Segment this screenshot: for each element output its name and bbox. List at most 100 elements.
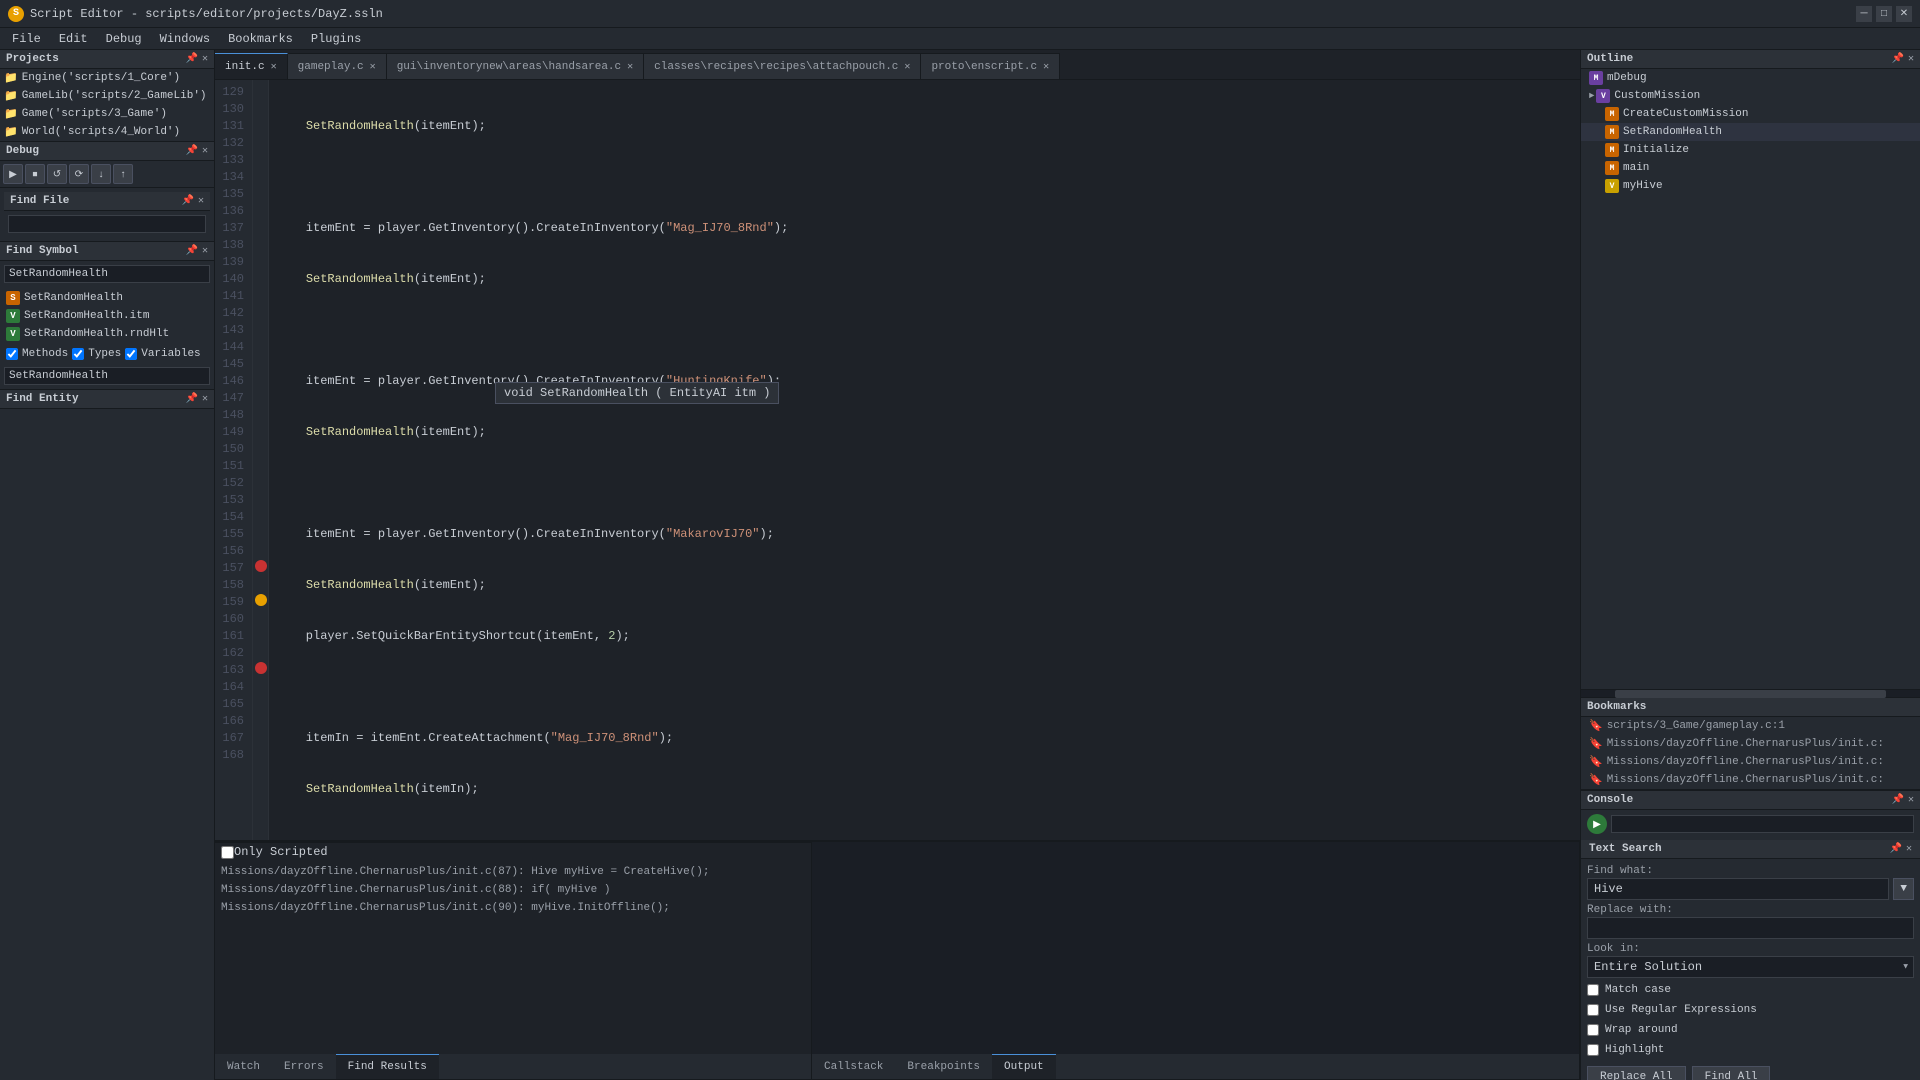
menu-plugins[interactable]: Plugins [303,30,369,48]
menu-edit[interactable]: Edit [51,30,96,48]
tab-find-results[interactable]: Find Results [336,1054,439,1079]
bookmark-init-1[interactable]: 🔖 Missions/dayzOffline.ChernarusPlus/ini… [1581,735,1920,753]
symbol-label-setrandomhealth-rndhlt: SetRandomHealth.rndHlt [24,328,169,340]
symbol-item-setrandomhealth[interactable]: S SetRandomHealth [0,289,214,307]
outline-myhive[interactable]: V myHive [1581,177,1920,195]
find-file-close-icon[interactable]: ✕ [198,195,204,207]
look-in-select[interactable]: Entire Solution Current File Current Pro… [1587,956,1914,978]
console-input[interactable] [1611,815,1914,833]
find-result-3[interactable]: Missions/dayzOffline.ChernarusPlus/init.… [219,899,807,917]
text-search-close-icon[interactable]: ✕ [1906,843,1912,855]
find-result-1[interactable]: Missions/dayzOffline.ChernarusPlus/init.… [219,863,807,881]
tab-handsarea[interactable]: gui\inventorynew\areas\handsarea.c ✕ [387,53,644,79]
projects-close-icon[interactable]: ✕ [202,53,208,65]
menu-windows[interactable]: Windows [152,30,218,48]
minimize-button[interactable]: ─ [1856,6,1872,22]
ts-button-row: Replace All Find All [1587,1066,1914,1080]
debug-close-icon[interactable]: ✕ [202,145,208,157]
debug-step-into-button[interactable]: ↓ [91,164,111,184]
bookmark-159[interactable] [255,594,267,606]
tab-errors[interactable]: Errors [272,1054,336,1079]
project-game[interactable]: 📁 Game('scripts/3_Game') [0,105,214,123]
outline-mdebug[interactable]: M mDebug [1581,69,1920,87]
outline-pin-icon[interactable]: 📌 [1892,53,1904,65]
bookmark-gameplay[interactable]: 🔖 scripts/3_Game/gameplay.c:1 [1581,717,1920,735]
tab-init-close[interactable]: ✕ [271,61,277,73]
project-world[interactable]: 📁 World('scripts/4_World') [0,123,214,141]
outline-main[interactable]: M main [1581,159,1920,177]
find-all-button[interactable]: Find All [1692,1066,1771,1080]
code-content[interactable]: SetRandomHealth(itemEnt); itemEnt = play… [269,80,1580,840]
match-case-checkbox[interactable] [1587,984,1599,996]
outline-createcustommission[interactable]: M CreateCustomMission [1581,105,1920,123]
replace-with-input[interactable] [1587,917,1914,939]
find-what-input[interactable] [1587,878,1889,900]
console-run-button[interactable]: ▶ [1587,814,1607,834]
highlight-checkbox[interactable] [1587,1044,1599,1056]
window-title: Script Editor - scripts/editor/projects/… [30,7,1856,21]
maximize-button[interactable]: □ [1876,6,1892,22]
breakpoint-157[interactable] [255,560,267,572]
find-symbol-title: Find Symbol [6,245,79,257]
find-symbol-pin-icon[interactable]: 📌 [186,245,198,257]
tab-watch[interactable]: Watch [215,1054,272,1079]
folder-icon: 📁 [4,71,18,85]
symbol-label-setrandomhealth: SetRandomHealth [24,292,123,304]
outline-initialize[interactable]: M Initialize [1581,141,1920,159]
use-regex-checkbox[interactable] [1587,1004,1599,1016]
wrap-around-checkbox[interactable] [1587,1024,1599,1036]
find-entity-search-input[interactable] [4,367,210,385]
close-button[interactable]: ✕ [1896,6,1912,22]
methods-checkbox[interactable] [6,348,18,360]
find-entity-close-icon[interactable]: ✕ [202,393,208,405]
console-title: Console [1587,794,1633,806]
tab-attachpouch[interactable]: classes\recipes\recipes\attachpouch.c ✕ [644,53,921,79]
only-scripted-checkbox[interactable] [221,846,234,859]
debug-step-over-button[interactable]: ⟳ [69,164,89,184]
debug-stop-button[interactable]: ⏹ [25,164,45,184]
code-line-131: itemEnt = player.GetInventory().CreateIn… [277,220,1572,237]
debug-play-button[interactable]: ▶ [3,164,23,184]
project-engine[interactable]: 📁 Engine('scripts/1_Core') [0,69,214,87]
tab-init[interactable]: init.c ✕ [215,53,288,79]
menu-bookmarks[interactable]: Bookmarks [220,30,301,48]
tab-gameplay[interactable]: gameplay.c ✕ [288,53,387,79]
outline-close-icon[interactable]: ✕ [1908,53,1914,65]
outline-icon-createcustommission: M [1605,107,1619,121]
find-file-pin-icon[interactable]: 📌 [182,195,194,207]
projects-pin-icon[interactable]: 📌 [186,53,198,65]
tab-breakpoints[interactable]: Breakpoints [895,1054,992,1079]
tab-callstack[interactable]: Callstack [812,1054,895,1079]
tab-attachpouch-close[interactable]: ✕ [904,61,910,73]
replace-all-button[interactable]: Replace All [1587,1066,1686,1080]
breakpoint-163[interactable] [255,662,267,674]
project-gamelib[interactable]: 📁 GameLib('scripts/2_GameLib') [0,87,214,105]
find-result-2[interactable]: Missions/dayzOffline.ChernarusPlus/init.… [219,881,807,899]
variables-checkbox[interactable] [125,348,137,360]
debug-restart-button[interactable]: ↺ [47,164,67,184]
find-symbol-close-icon[interactable]: ✕ [202,245,208,257]
debug-step-out-button[interactable]: ↑ [113,164,133,184]
symbol-item-setrandomhealth-rndhlt[interactable]: V SetRandomHealth.rndHlt [0,325,214,343]
tab-enscript[interactable]: proto\enscript.c ✕ [921,53,1060,79]
console-close-icon[interactable]: ✕ [1908,794,1914,806]
menu-file[interactable]: File [4,30,49,48]
tab-gameplay-close[interactable]: ✕ [370,61,376,73]
text-search-pin-icon[interactable]: 📌 [1890,843,1902,855]
console-pin-icon[interactable]: 📌 [1892,794,1904,806]
tab-enscript-close[interactable]: ✕ [1043,61,1049,73]
find-entity-pin-icon[interactable]: 📌 [186,393,198,405]
symbol-item-setrandomhealth-itm[interactable]: V SetRandomHealth.itm [0,307,214,325]
menu-debug[interactable]: Debug [98,30,150,48]
outline-setrandomhealth[interactable]: M SetRandomHealth [1581,123,1920,141]
find-file-input[interactable] [8,215,206,233]
bookmark-init-3[interactable]: 🔖 Missions/dayzOffline.ChernarusPlus/ini… [1581,771,1920,789]
find-symbol-input[interactable] [4,265,210,283]
types-checkbox[interactable] [72,348,84,360]
bookmark-init-2[interactable]: 🔖 Missions/dayzOffline.ChernarusPlus/ini… [1581,753,1920,771]
debug-pin-icon[interactable]: 📌 [186,145,198,157]
outline-custommission[interactable]: ► V CustomMission [1581,87,1920,105]
tab-output[interactable]: Output [992,1054,1056,1079]
find-what-dropdown-btn[interactable]: ▼ [1893,878,1914,900]
tab-handsarea-close[interactable]: ✕ [627,61,633,73]
